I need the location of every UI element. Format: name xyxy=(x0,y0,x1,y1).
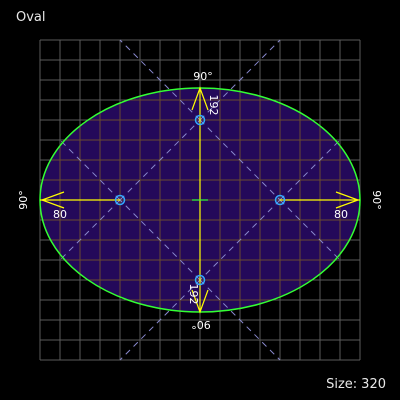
angle-label-right: 90° xyxy=(370,190,383,210)
distance-label-top: 192 xyxy=(207,95,220,116)
size-value: 320 xyxy=(361,377,386,392)
oval-editor-canvas: Oval 90° 90° 90° 90° 192 192 80 80 Size:… xyxy=(0,0,400,400)
distance-label-right: 80 xyxy=(334,208,348,221)
size-label: Size: xyxy=(326,377,358,392)
oval-diagram: 90° 90° 90° 90° 192 192 80 80 xyxy=(17,39,383,361)
distance-label-left: 80 xyxy=(53,208,67,221)
angle-label-left: 90° xyxy=(17,190,30,210)
size-readout: Size: 320 xyxy=(322,377,386,392)
angle-label-top: 90° xyxy=(193,70,213,83)
distance-label-bottom: 192 xyxy=(187,284,200,305)
angle-label-bottom: 90° xyxy=(191,318,211,331)
